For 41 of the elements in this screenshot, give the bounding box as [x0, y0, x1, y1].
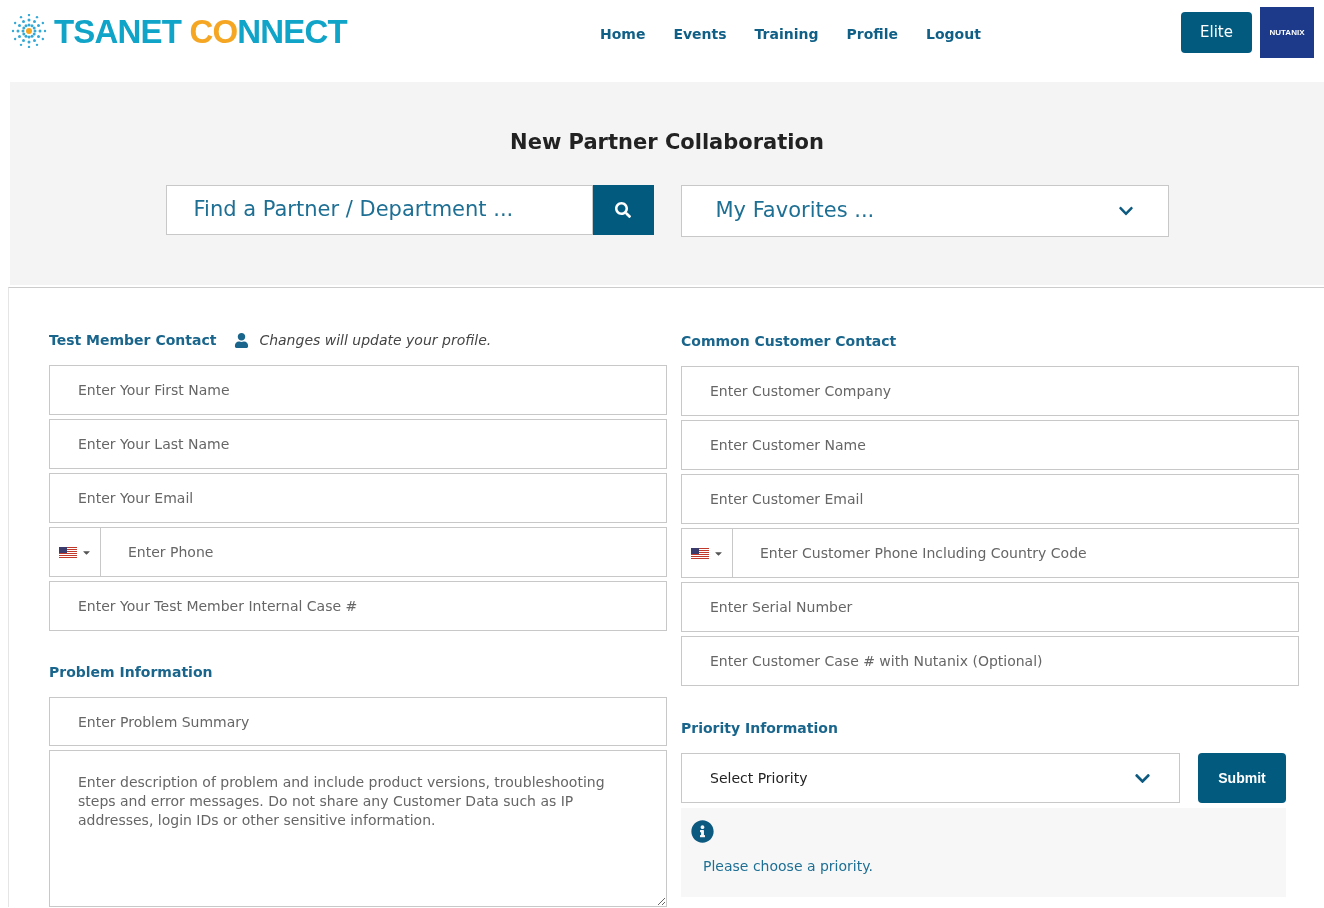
nav-link[interactable]: Events — [673, 24, 727, 45]
nav-link[interactable]: Logout — [926, 24, 981, 45]
input-field[interactable]: Enter Your Last Name — [49, 419, 667, 470]
country-selector[interactable] — [681, 528, 733, 578]
section-heading: Problem Information — [49, 663, 214, 683]
input-field[interactable]: Enter Customer Case # with Nutanix (Optional) — [681, 636, 1299, 686]
user-icon — [234, 333, 250, 349]
input-field[interactable]: Enter Your Email — [49, 473, 667, 524]
info-icon — [691, 820, 714, 843]
phone-field[interactable]: Enter Phone — [101, 527, 667, 578]
country-selector[interactable] — [49, 527, 101, 578]
page-title: New Partner Collaboration — [510, 132, 824, 153]
nav-link[interactable]: Profile — [846, 24, 898, 45]
input-field[interactable]: Enter Your First Name — [49, 365, 667, 416]
logo-wordmark: TSANET CONNECT — [54, 14, 347, 48]
input-field[interactable]: Enter Problem Summary — [49, 697, 667, 747]
input-field[interactable]: Enter Customer Email — [681, 474, 1299, 524]
priority-dropdown[interactable]: Select Priority — [681, 753, 1180, 803]
section-heading: Common Customer Contact — [681, 331, 898, 351]
input-field[interactable]: Enter Your Test Member Internal Case # — [49, 581, 667, 632]
search-icon — [615, 202, 631, 218]
us-flag-icon — [690, 547, 709, 559]
info-message: Please choose a priority. — [703, 857, 873, 876]
section-heading: Test Member Contact — [49, 331, 217, 351]
phone-field[interactable]: Enter Customer Phone Including Country Code — [733, 528, 1299, 578]
favorites-dropdown[interactable]: My Favorites ... — [680, 185, 1169, 237]
search-button[interactable] — [592, 185, 654, 235]
description-field[interactable]: Enter description of problem and include product versions, troubleshooting steps and error messages. Do not share any Customer Data such as IP addresses, login IDs or other sensitive information. — [49, 750, 667, 907]
section-heading: Priority Information — [681, 719, 839, 738]
partner-logo: NUTANIX — [1260, 7, 1314, 58]
input-field[interactable]: Enter Customer Name — [681, 420, 1299, 470]
starburst-logo-icon — [10, 14, 48, 48]
us-flag-icon — [58, 546, 77, 558]
tier-button[interactable]: Elite — [1181, 12, 1252, 53]
partner-search-field[interactable]: Find a Partner / Department ... — [165, 185, 593, 235]
submit-button[interactable]: Submit — [1198, 753, 1286, 803]
nav-link[interactable]: Home — [600, 24, 646, 45]
input-field[interactable]: Enter Serial Number — [681, 582, 1299, 632]
nav-link[interactable]: Training — [754, 24, 819, 45]
profile-note: Changes will update your profile. — [259, 331, 492, 351]
input-field[interactable]: Enter Customer Company — [681, 366, 1299, 416]
